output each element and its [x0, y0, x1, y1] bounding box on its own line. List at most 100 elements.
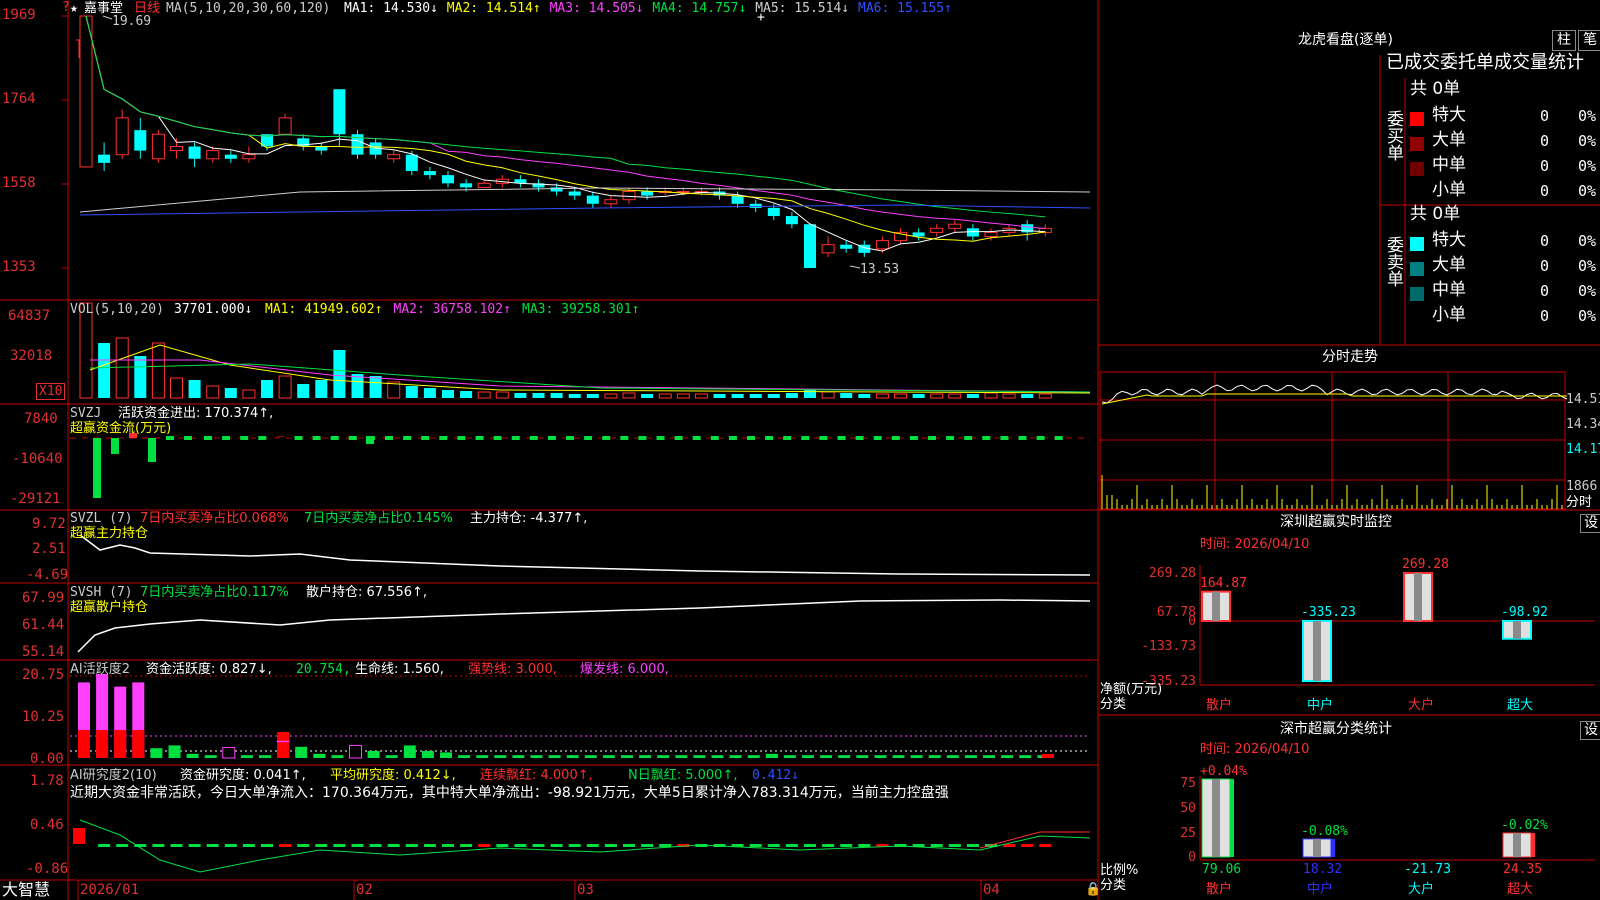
ai-research-dash	[369, 844, 382, 847]
ma-value-2: MA2: 14.514↑	[446, 1, 541, 16]
svzj-bar	[982, 436, 991, 440]
ai-active-bar	[693, 755, 706, 758]
ma-value-4: MA4: 14.757↓	[652, 1, 747, 16]
ai-active-bar	[494, 755, 507, 758]
svzj-bar	[222, 436, 231, 440]
sell-total: 共 0单	[1410, 204, 1461, 224]
vol-ma-1: MA1: 41949.602↑	[265, 302, 383, 317]
sz-class-tick-3: 0	[1188, 850, 1196, 865]
vol-bar	[930, 393, 944, 399]
candle-body	[387, 154, 401, 160]
candle-body	[98, 154, 111, 163]
sz-monitor-cat-3: 超大	[1507, 698, 1534, 713]
svsh-subtitle: 超赢散户持仓	[70, 600, 149, 615]
ai-active-bar	[1042, 754, 1054, 758]
svzj-bar	[1000, 436, 1009, 440]
high-price-label: 19.69	[112, 14, 152, 29]
ai-research-tick-0: 1.78	[30, 773, 64, 789]
svzj-bar	[111, 438, 119, 454]
candle-body	[966, 228, 979, 237]
ai-research-dash	[1039, 844, 1052, 847]
sz-class-tick-1: 50	[1180, 801, 1196, 816]
ai-active-bar	[440, 752, 452, 758]
ma-value-1: MA1: 14.530↓	[344, 1, 438, 16]
vol-bar	[170, 377, 183, 399]
sz-class-bar-edge	[1230, 778, 1234, 857]
ai-research-v2: 平均研究度: 0.412↓,	[330, 768, 456, 783]
sz-class-value-2: -21.73	[1404, 862, 1451, 877]
sz-class-value-1: 18.32	[1303, 862, 1343, 877]
sz-class-value-3: 24.35	[1503, 862, 1543, 877]
ai-research-v3: 连续飘红: 4.000↑,	[480, 768, 593, 783]
ai-active-header: AI活跃度2	[70, 662, 130, 677]
candle-body	[568, 191, 581, 196]
candle-body	[930, 227, 944, 233]
vol-bar	[1002, 393, 1016, 399]
ai-research-v1: 资金研究度: 0.041↑,	[180, 768, 306, 783]
svsh-header: SVSH (7)	[70, 585, 133, 600]
vol-bar	[369, 376, 382, 398]
vol-bar	[1021, 394, 1034, 398]
ai-active-bar	[675, 755, 688, 758]
sz-monitor-settings-button[interactable]: 设	[1580, 514, 1600, 533]
svzj-bar	[529, 436, 538, 440]
ai-research-dash	[767, 844, 780, 847]
intraday-vol-0: 1866	[1566, 479, 1598, 494]
sz-class-top-label-0: +0.04%	[1200, 763, 1247, 779]
vol-bar	[767, 394, 780, 398]
ai-active-bar	[747, 755, 760, 758]
sz-monitor-tick-3: -133.73	[1141, 639, 1196, 654]
column-view-button[interactable]: 柱	[1552, 30, 1576, 51]
sz-monitor-cat-1: 中户	[1307, 698, 1334, 713]
svzj-bar	[258, 436, 267, 440]
ai-active-bar	[802, 755, 814, 758]
ai-active-bar	[421, 751, 434, 758]
candle-body	[875, 240, 889, 250]
ai-active-bar	[1001, 755, 1014, 758]
vol-bar	[405, 386, 418, 398]
svzj-bar	[801, 436, 810, 440]
ai-research-dash	[279, 844, 292, 847]
ai-active-bar	[132, 730, 145, 758]
vol-bar	[641, 394, 654, 398]
vol-bar	[134, 356, 147, 398]
svzj-bar	[547, 436, 556, 440]
xaxis-label-2: 03	[577, 882, 594, 898]
buy-row-swatch	[1410, 112, 1424, 126]
ai-active-tick-0: 20.75	[22, 667, 65, 683]
ai-active-bar	[186, 753, 199, 758]
svzj-bar	[602, 436, 611, 440]
vol-bar	[894, 393, 907, 399]
vol-bar	[749, 394, 762, 398]
ai-research-dash	[659, 844, 672, 847]
candle-body	[423, 171, 436, 176]
sz-monitor-bar-shade	[1414, 573, 1422, 621]
candle-body	[224, 154, 237, 159]
candle-body	[840, 244, 853, 249]
ai-research-bar	[73, 828, 85, 844]
ai-research-dash	[460, 844, 473, 847]
svzj-bar	[312, 436, 321, 440]
ai-research-dash	[242, 844, 255, 847]
ai-active-bar	[820, 755, 833, 758]
pen-view-button[interactable]: 笔	[1578, 30, 1600, 51]
candle-body	[804, 224, 816, 268]
svzl-tick-0: 9.72	[32, 516, 66, 532]
ai-active-bar	[584, 755, 597, 758]
ai-research-dash	[315, 844, 328, 847]
vol-bar	[948, 393, 962, 399]
ai-research-dash	[641, 844, 654, 847]
ai-active-bar	[856, 755, 869, 758]
svzl-text-2: 7日内买卖净占比0.145%	[304, 511, 453, 526]
ai-active-bar	[240, 755, 253, 758]
sz-class-cat-0: 散户	[1206, 882, 1233, 897]
ai-active-v5: 爆发线: 6.000,	[580, 662, 669, 677]
svzl-text-1: 7日内买卖净占比0.068%	[140, 511, 289, 526]
vol-ma-3: MA3: 39258.301↑	[522, 302, 640, 317]
ai-active-tick-1: 10.25	[22, 709, 65, 725]
svzl-subtitle: 超赢主力持仓	[70, 526, 149, 541]
ai-active-bar	[729, 755, 742, 758]
ai-research-dash	[930, 844, 943, 847]
sz-class-settings-button[interactable]: 设	[1580, 721, 1600, 740]
ai-active-bar	[385, 755, 398, 758]
